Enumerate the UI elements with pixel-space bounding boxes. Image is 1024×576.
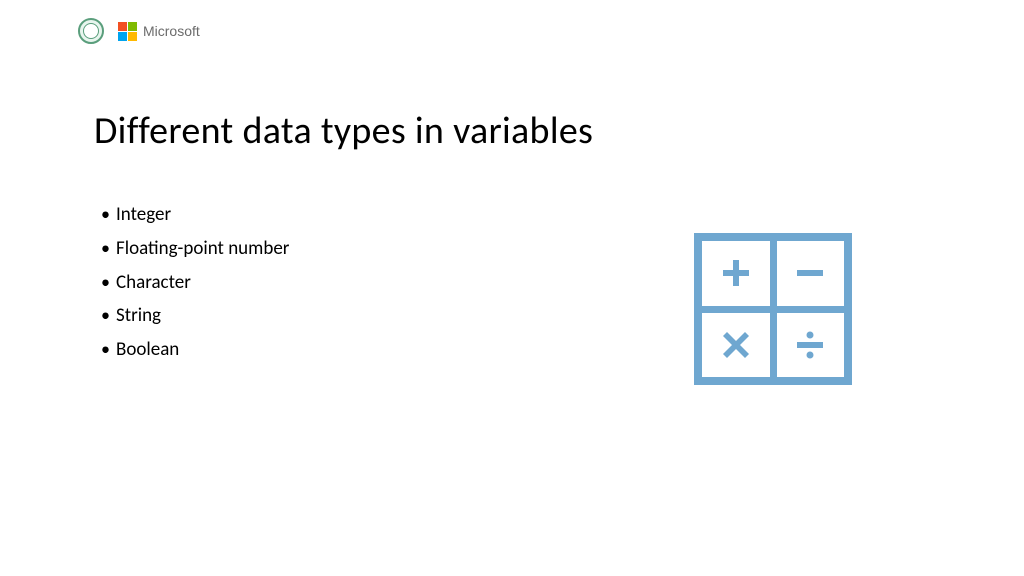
- list-item: Floating-point number: [94, 232, 289, 266]
- multiply-icon: [702, 313, 770, 378]
- list-item: String: [94, 299, 289, 333]
- divide-icon: [777, 313, 845, 378]
- microsoft-logo: Microsoft: [118, 22, 200, 41]
- list-item: Boolean: [94, 333, 289, 367]
- slide-title: Different data types in variables: [94, 108, 593, 154]
- plus-icon: [702, 241, 770, 306]
- microsoft-squares-icon: [118, 22, 137, 41]
- microsoft-brand-text: Microsoft: [143, 23, 200, 39]
- institution-logo-icon: [78, 18, 104, 44]
- list-item: Character: [94, 266, 289, 300]
- list-item: Integer: [94, 198, 289, 232]
- header-logos: Microsoft: [78, 18, 200, 44]
- calculator-graphic: [694, 233, 852, 385]
- minus-icon: [777, 241, 845, 306]
- data-types-list: Integer Floating-point number Character …: [94, 198, 289, 367]
